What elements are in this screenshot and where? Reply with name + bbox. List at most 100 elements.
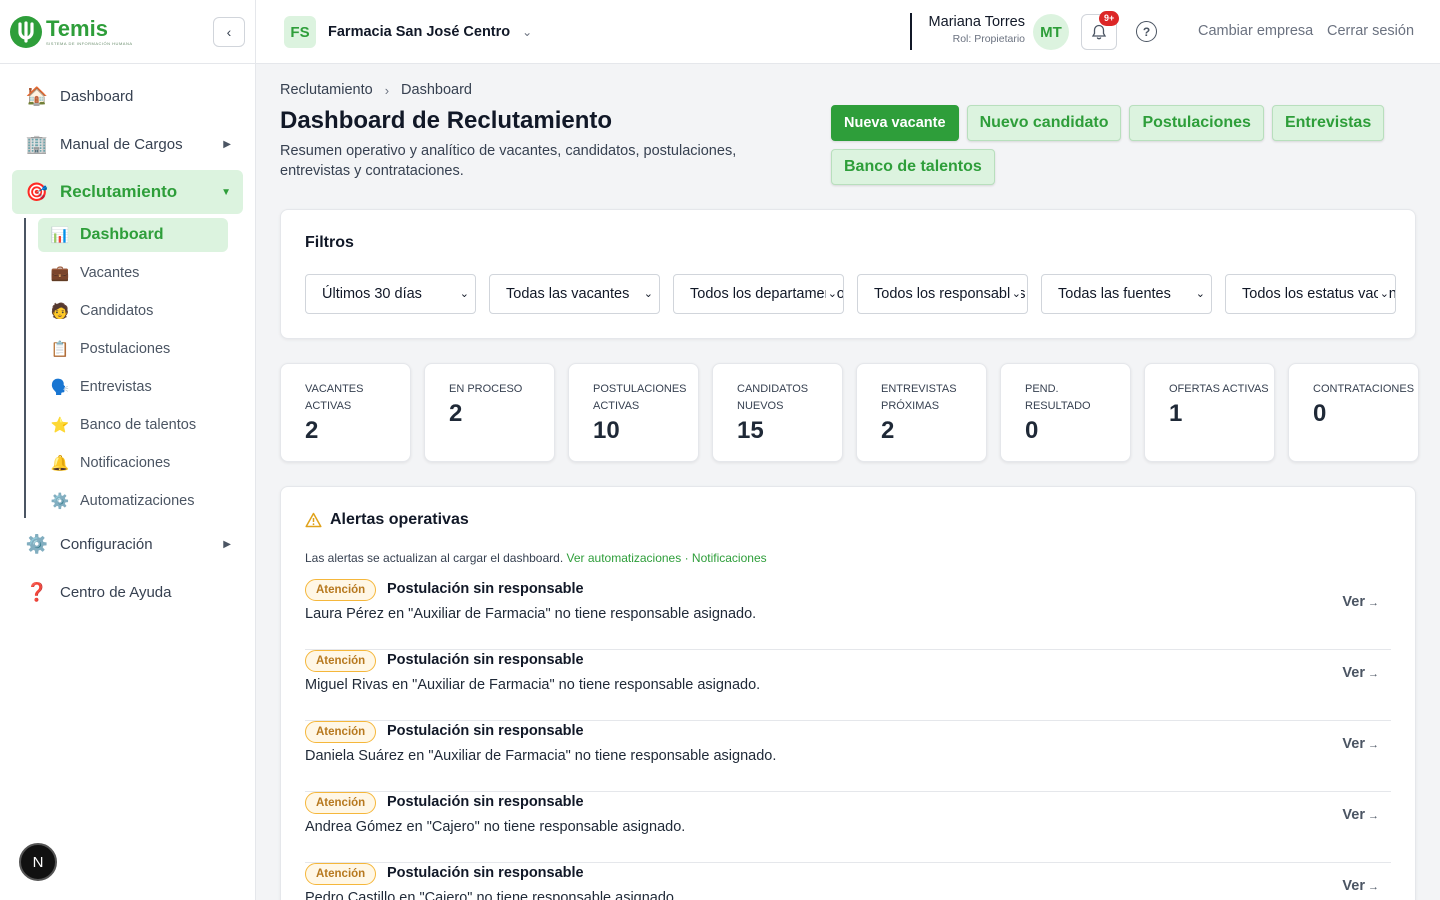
chevron-down-icon: ⌄ xyxy=(1377,287,1389,300)
question-icon: ❓ xyxy=(25,581,49,602)
select-value: Todas las fuentes xyxy=(1058,286,1171,302)
view-link[interactable]: Ver → xyxy=(1342,665,1379,681)
page-title: Dashboard de Reclutamiento xyxy=(280,107,613,134)
alerts-title: Alertas operativas xyxy=(330,511,469,528)
sidebar-item-manual-de-cargos[interactable]: 🏢 Manual de Cargos ▶ xyxy=(12,122,243,166)
arrow-right-icon: → xyxy=(1368,739,1379,751)
sidebar-subitem-entrevistas[interactable]: 🗣️ Entrevistas xyxy=(38,370,228,404)
alerts-note: Las alertas se actualizan al cargar el d… xyxy=(305,551,767,565)
avatar[interactable]: MT xyxy=(1033,14,1069,50)
filters-title: Filtros xyxy=(305,234,354,251)
stat-card: Candidatos nuevos 15 xyxy=(712,363,843,462)
chevron-right-icon: › xyxy=(384,82,390,98)
source-select[interactable]: Todas las fuentes ⌄ xyxy=(1041,274,1212,314)
sidebar-item-reclutamiento[interactable]: 🎯 Reclutamiento ▼ xyxy=(12,170,243,214)
select-value: Todos los estatus vacantes xyxy=(1242,286,1395,302)
user-role: Rol: Propietario xyxy=(952,33,1025,45)
stat-label: Ofertas activas xyxy=(1169,383,1269,395)
topbar: FS Farmacia San José Centro ⌄ Mariana To… xyxy=(256,0,1440,64)
select-value: Todas las vacantes xyxy=(506,286,630,302)
page-subtitle: Resumen operativo y analítico de vacante… xyxy=(280,143,737,179)
automations-link[interactable]: Ver automatizaciones xyxy=(567,551,682,565)
help-icon[interactable]: ? xyxy=(1136,21,1157,42)
stat-label: Pend. resultado xyxy=(1025,383,1091,412)
logo-row: Temis SISTEMA DE INFORMACIÓN HUMANA ‹ xyxy=(0,0,255,64)
sidebar-subitem-postulaciones[interactable]: 📋 Postulaciones xyxy=(38,332,228,366)
applications-button[interactable]: Postulaciones xyxy=(1129,105,1264,141)
sidebar-item-centro-de-ayuda[interactable]: ❓ Centro de Ayuda xyxy=(12,570,243,614)
clipboard-icon: 📋 xyxy=(50,341,70,358)
sidebar-item-dashboard[interactable]: 🏠 Dashboard xyxy=(12,74,243,118)
collapse-sidebar-button[interactable]: ‹ xyxy=(213,17,245,47)
sidebar-subitem-label: Vacantes xyxy=(80,265,140,281)
breadcrumb-parent[interactable]: Reclutamiento xyxy=(280,82,373,98)
person-icon: 🧑 xyxy=(50,303,70,320)
sidebar-subitem-candidatos[interactable]: 🧑 Candidatos xyxy=(38,294,228,328)
sidebar-subitem-label: Postulaciones xyxy=(80,341,171,357)
chevron-down-icon: ⌄ xyxy=(522,25,533,39)
sidebar-subitem-notificaciones[interactable]: 🔔 Notificaciones xyxy=(38,446,228,480)
arrow-right-icon: → xyxy=(1368,881,1379,893)
arrow-right-icon: → xyxy=(1368,597,1379,609)
responsible-select[interactable]: Todos los responsables ⌄ xyxy=(857,274,1028,314)
new-vacancy-button[interactable]: Nueva vacante xyxy=(831,105,959,141)
view-link[interactable]: Ver → xyxy=(1342,594,1379,610)
vacancy-select[interactable]: Todas las vacantes ⌄ xyxy=(489,274,660,314)
vacancy-status-select[interactable]: Todos los estatus vacantes⌄ xyxy=(1225,274,1396,314)
filters-card: Filtros Últimos 30 días ⌄ Todas las vacan… xyxy=(280,209,1416,339)
alert-title: Postulación sin responsable xyxy=(387,581,584,597)
new-candidate-button[interactable]: Nuevo candidato xyxy=(966,105,1122,141)
breadcrumb-current: Dashboard xyxy=(401,82,472,98)
main-content: Reclutamiento › Dashboard Dashboard de R… xyxy=(256,64,1440,900)
sidebar-subitem-automatizaciones[interactable]: ⚙️ Automatizaciones xyxy=(38,484,228,518)
select-value: Últimos 30 días xyxy=(322,286,422,302)
alert-title: Postulación sin responsable xyxy=(387,794,584,810)
alert-title: Postulación sin responsable xyxy=(387,865,584,881)
sidebar-subitem-banco-de-talentos[interactable]: ⭐ Banco de talentos xyxy=(38,408,228,442)
brand-tagline: SISTEMA DE INFORMACIÓN HUMANA xyxy=(46,40,133,46)
sidebar-subitem-label: Notificaciones xyxy=(80,455,171,471)
view-label: Ver xyxy=(1342,736,1365,752)
interviews-button[interactable]: Entrevistas xyxy=(1271,105,1385,141)
link-separator: · xyxy=(684,551,689,565)
department-select[interactable]: Todos los departamentos ⌄ xyxy=(673,274,844,314)
alert-title: Postulación sin responsable xyxy=(387,652,584,668)
talent-bank-button[interactable]: Banco de talentos xyxy=(831,149,995,185)
dev-tools-badge[interactable]: N xyxy=(19,843,57,881)
stat-value: 10 xyxy=(593,417,620,444)
sidebar-subitem-vacantes[interactable]: 💼 Vacantes xyxy=(38,256,228,290)
stat-card: Vacantes activas 2 xyxy=(280,363,411,462)
view-label: Ver xyxy=(1342,594,1365,610)
stat-card: Postulaciones activas 10 xyxy=(568,363,699,462)
chevron-down-icon: ⌄ xyxy=(1193,287,1205,300)
stat-value: 0 xyxy=(1025,417,1039,444)
stat-card: Pend. resultado 0 xyxy=(1000,363,1131,462)
company-name: Farmacia San José Centro xyxy=(328,24,511,40)
stat-value: 15 xyxy=(737,417,764,444)
stat-label: Postulaciones activas xyxy=(593,383,687,412)
alert-description: Daniela Suárez en "Auxiliar de Farmacia"… xyxy=(305,748,777,764)
logout-link[interactable]: Cerrar sesión xyxy=(1327,23,1414,39)
stat-card: Ofertas activas 1 xyxy=(1144,363,1275,462)
period-select[interactable]: Últimos 30 días ⌄ xyxy=(305,274,476,314)
view-label: Ver xyxy=(1342,665,1365,681)
user-info: Mariana Torres Rol: Propietario xyxy=(916,14,1025,45)
notifications-link[interactable]: Notificaciones xyxy=(692,551,767,565)
warning-icon xyxy=(305,512,322,528)
view-link[interactable]: Ver → xyxy=(1342,878,1379,894)
view-link[interactable]: Ver → xyxy=(1342,736,1379,752)
speaking-head-icon: 🗣️ xyxy=(50,379,70,396)
sidebar-subitem-dashboard[interactable]: 📊 Dashboard xyxy=(38,218,228,252)
switch-company-link[interactable]: Cambiar empresa xyxy=(1198,23,1313,39)
stat-label: En proceso xyxy=(449,383,523,395)
alerts-header: Alertas operativas xyxy=(305,511,469,529)
stats-row: Vacantes activas 2 En proceso 2 Postulacio… xyxy=(280,363,1419,462)
sidebar-item-configuracion[interactable]: ⚙️ Configuración ▶ xyxy=(12,522,243,566)
view-link[interactable]: Ver → xyxy=(1342,807,1379,823)
breadcrumb: Reclutamiento › Dashboard xyxy=(280,82,472,98)
building-icon: 🏢 xyxy=(25,133,49,154)
chevron-down-icon: ⌄ xyxy=(457,287,469,300)
alert-description: Miguel Rivas en "Auxiliar de Farmacia" n… xyxy=(305,677,761,693)
company-selector[interactable]: FS Farmacia San José Centro ⌄ xyxy=(284,16,532,48)
stat-value: 1 xyxy=(1169,400,1183,427)
